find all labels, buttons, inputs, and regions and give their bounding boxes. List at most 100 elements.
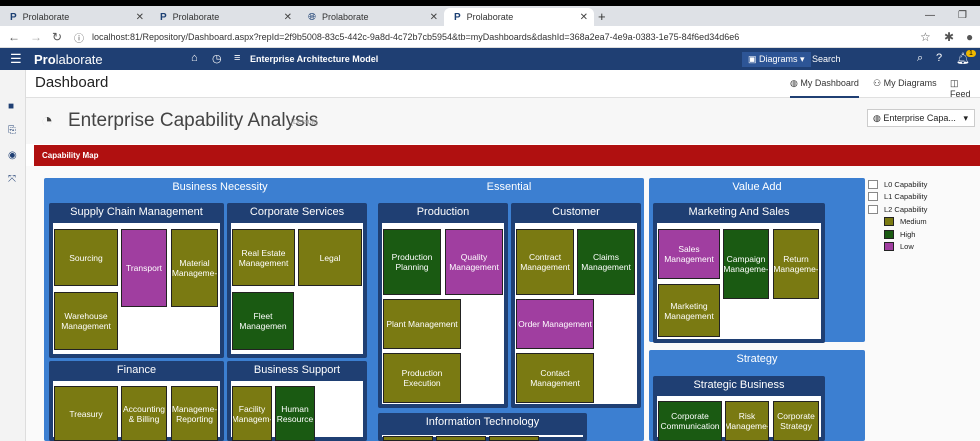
l2-sales-management[interactable]: Sales Management	[658, 229, 720, 279]
bookmark-star-icon[interactable]: ☆	[920, 30, 931, 44]
l2-management-reporting[interactable]: Manageme- Reporting	[171, 386, 218, 441]
l1-label: Finance	[116, 364, 157, 376]
target-icon[interactable]: ◉	[8, 150, 17, 161]
app-logo[interactable]: Prolaborate	[34, 52, 103, 67]
tab-my-diagrams[interactable]: ⚇ My Diagrams	[873, 78, 937, 89]
reload-icon[interactable]: ↻	[52, 30, 62, 44]
l2-it-capability[interactable]	[436, 436, 486, 441]
tab-title: Prolaborate	[466, 12, 514, 22]
l2-accounting-billing[interactable]: Accounting & Billing	[121, 386, 167, 441]
tab-my-dashboard[interactable]: ◍ My Dashboard	[790, 78, 859, 98]
l2-campaign-management[interactable]: Campaign Manageme-	[723, 229, 769, 299]
l2-production-execution[interactable]: Production Execution	[383, 353, 461, 403]
l2-treasury[interactable]: Treasury	[54, 386, 118, 441]
l0-label: Strategy	[736, 353, 778, 365]
help-icon[interactable]: ?	[936, 52, 942, 64]
close-icon[interactable]: ✕	[284, 12, 292, 23]
tab-feed[interactable]: ◫ Feed	[950, 78, 980, 99]
l2-it-capability[interactable]	[383, 436, 433, 441]
l2-claims-management[interactable]: Claims Management	[577, 229, 635, 295]
legend: L0 Capability L1 Capability L2 Capabilit…	[868, 178, 978, 253]
l2-plant-management[interactable]: Plant Management	[383, 299, 461, 349]
l2-it-capability[interactable]	[489, 436, 539, 441]
folder-icon[interactable]: ■	[8, 101, 14, 112]
capability-map-bar[interactable]: Capability Map	[34, 145, 980, 166]
browser-tab[interactable]: P Prolaborate ✕	[0, 8, 150, 26]
l2-production-planning[interactable]: Production Planning	[383, 229, 441, 295]
legend-item-l1[interactable]: L1 Capability	[868, 191, 978, 204]
l1-label: Strategic Business	[693, 379, 785, 391]
model-name[interactable]: Enterprise Architecture Model	[250, 54, 378, 64]
close-icon[interactable]: ✕	[136, 12, 144, 23]
new-tab-icon[interactable]: +	[598, 9, 606, 24]
browser-tab[interactable]: P Prolaborate ✕	[150, 8, 298, 26]
l2-transport[interactable]: Transport	[121, 229, 167, 307]
tab-label: My Dashboard	[800, 78, 859, 88]
l2-real-estate-management[interactable]: Real Estate Management	[232, 229, 295, 286]
restore-icon[interactable]: ❐	[958, 10, 967, 21]
browser-tab-active[interactable]: P Prolaborate ✕	[444, 8, 594, 26]
url-field[interactable]: localhost:81/Repository/Dashboard.aspx?r…	[92, 30, 902, 45]
globe-icon: 🌐︎	[308, 11, 316, 23]
legend-label: Low	[900, 242, 914, 252]
page-title: Dashboard	[35, 74, 109, 91]
dashboard-select-value: Enterprise Capa...	[883, 113, 956, 123]
l2-sourcing[interactable]: Sourcing	[54, 229, 118, 286]
chevron-down-icon: ▾	[963, 113, 968, 123]
browser-tab[interactable]: 🌐︎ Prolaborate ✕	[298, 8, 444, 26]
forward-icon[interactable]: →	[30, 30, 42, 44]
l2-return-management[interactable]: Return Manageme-	[773, 229, 819, 299]
l2-material-management[interactable]: Material Manageme-	[171, 229, 218, 307]
l1-label: Customer	[552, 206, 600, 218]
l2-quality-management[interactable]: Quality Management	[445, 229, 503, 295]
home-icon[interactable]: ⌂	[191, 52, 198, 64]
l2-corporate-strategy[interactable]: Corporate Strategy	[773, 401, 819, 441]
diagrams-button[interactable]: ▣ Diagrams ▾	[742, 52, 811, 67]
logo-bold-text: Pro	[34, 52, 56, 67]
l2-risk-management[interactable]: Risk Manageme-	[725, 401, 769, 441]
profile-icon[interactable]: ●	[966, 30, 973, 44]
default-tag: [Default]	[291, 119, 318, 126]
close-icon[interactable]: ✕	[430, 12, 438, 23]
checkbox-icon[interactable]	[868, 204, 878, 214]
prolaborate-favicon-icon: P	[10, 11, 17, 23]
diagram-icon[interactable]: ⎘	[8, 125, 16, 136]
legend-high: High	[868, 228, 978, 241]
search-icon[interactable]: ⌕	[917, 52, 923, 65]
l2-legal[interactable]: Legal	[298, 229, 362, 286]
l2-contract-management[interactable]: Contract Management	[516, 229, 574, 295]
l0-label: Business Necessity	[172, 181, 268, 193]
l0-label: Value Add	[732, 181, 782, 193]
legend-label: L2 Capability	[884, 204, 928, 214]
logo-rest-text: laborate	[55, 52, 103, 67]
medium-swatch	[884, 217, 894, 227]
checkbox-icon[interactable]	[868, 192, 878, 202]
l2-warehouse-management[interactable]: Warehouse Management	[54, 292, 118, 350]
l2-fleet-management[interactable]: Fleet Managemen	[232, 292, 294, 350]
l1-label: Information Technology	[425, 416, 540, 428]
checkbox-icon[interactable]	[868, 179, 878, 189]
close-icon[interactable]: ✕	[580, 12, 588, 23]
info-icon[interactable]: ⓘ	[74, 30, 84, 45]
dashboard-select[interactable]: ◍ Enterprise Capa... ▾	[867, 109, 975, 127]
l1-label: Supply Chain Management	[70, 206, 203, 218]
legend-item-l0[interactable]: L0 Capability	[868, 178, 978, 191]
l2-corporate-communication[interactable]: Corporate Communication	[658, 401, 722, 441]
tab-label: My Diagrams	[883, 78, 937, 88]
dashboard-title: Enterprise Capability Analysis	[68, 110, 319, 131]
history-icon[interactable]: ◷	[212, 52, 222, 65]
legend-item-l2[interactable]: L2 Capability	[868, 203, 978, 216]
l2-human-resource[interactable]: Human Resource	[275, 386, 315, 441]
l2-facility-management[interactable]: Facility Managem-	[232, 386, 272, 441]
expand-icon[interactable]: ⤧	[8, 174, 16, 185]
menu-icon[interactable]: ☰	[10, 51, 22, 67]
low-swatch	[884, 242, 894, 252]
l2-contact-management[interactable]: Contact Management	[516, 353, 594, 403]
l2-order-management[interactable]: Order Management	[516, 299, 594, 349]
tab-title: Prolaborate	[22, 12, 70, 22]
back-icon[interactable]: ←	[8, 30, 20, 44]
search-input[interactable]: Search	[806, 52, 906, 67]
l2-marketing-management[interactable]: Marketing Management	[658, 284, 720, 337]
minimize-icon[interactable]: —	[925, 10, 935, 21]
extensions-icon[interactable]: ✱	[944, 30, 954, 44]
